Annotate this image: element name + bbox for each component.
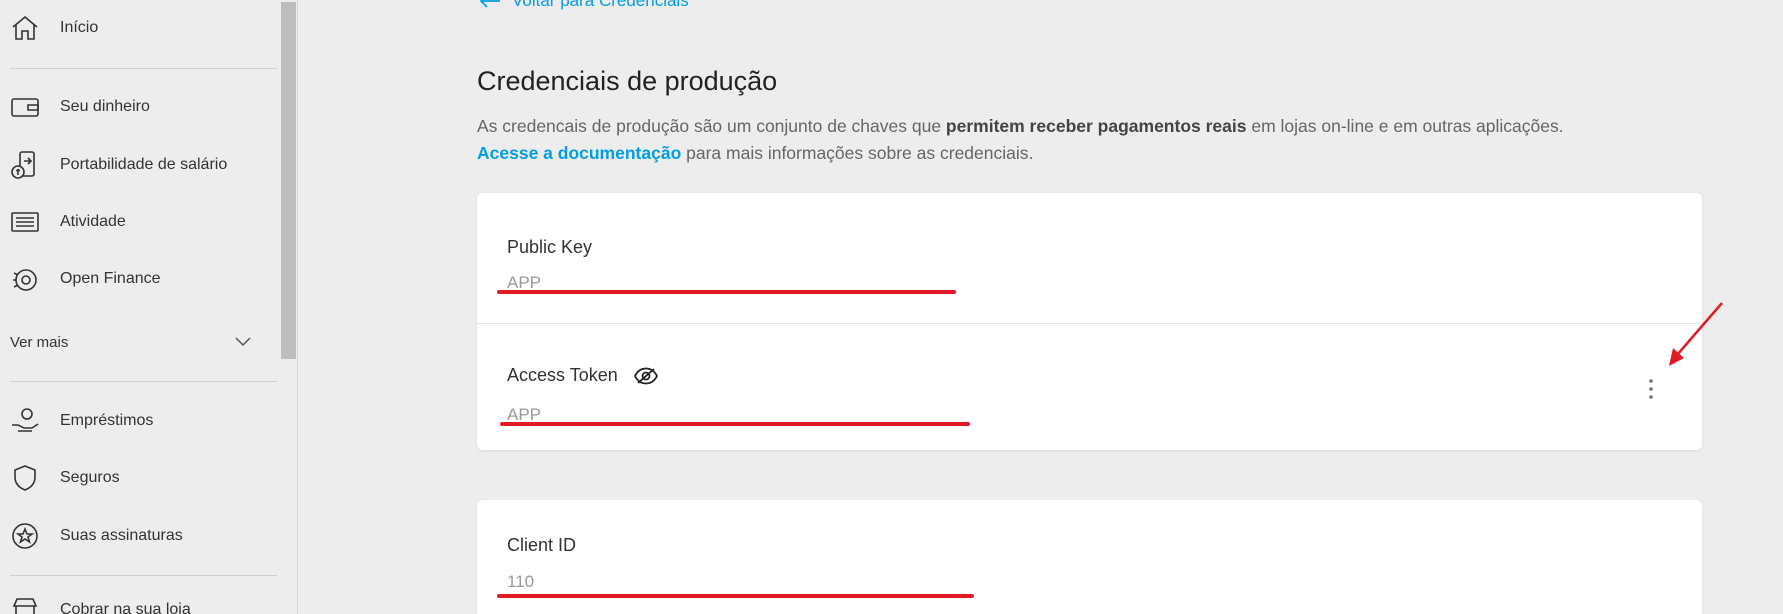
sidebar-item-portabilidade[interactable]: Portabilidade de salário bbox=[0, 145, 278, 185]
activity-list-icon bbox=[11, 212, 39, 232]
main-content: Voltar para Credenciais Credenciais de p… bbox=[298, 0, 1783, 614]
back-link-label: Voltar para Credenciais bbox=[512, 0, 689, 10]
sidebar-divider bbox=[10, 381, 277, 382]
sidebar-item-emprestimos[interactable]: Empréstimos bbox=[0, 401, 278, 441]
page-title: Credenciais de produção bbox=[477, 66, 778, 96]
client-id-label: Client ID bbox=[507, 535, 576, 556]
sidebar-item-label: Atividade bbox=[60, 213, 126, 230]
sidebar: Início Seu dinheiro Portabilidade de sal… bbox=[0, 0, 298, 614]
sidebar-item-label: Cobrar na sua loja bbox=[60, 601, 191, 614]
back-to-credentials-link[interactable]: Voltar para Credenciais bbox=[478, 0, 689, 11]
desc-text: em lojas on-line e em outras aplicações. bbox=[1246, 116, 1564, 136]
loan-hand-icon bbox=[12, 408, 39, 432]
open-finance-icon bbox=[13, 269, 37, 291]
ver-mais-label: Ver mais bbox=[10, 333, 69, 351]
sidebar-item-label: Início bbox=[60, 19, 99, 36]
desc-text: para mais informações sobre as credencia… bbox=[681, 143, 1034, 163]
sidebar-item-label: Seguros bbox=[60, 469, 120, 486]
sidebar-item-cobrar-loja[interactable]: Cobrar na sua loja bbox=[0, 590, 278, 614]
arrow-left-icon bbox=[479, 0, 500, 8]
sidebar-item-atividade[interactable]: Atividade bbox=[0, 202, 278, 242]
sidebar-item-label: Portabilidade de salário bbox=[60, 156, 228, 173]
annotation-underline bbox=[500, 422, 970, 426]
more-options-icon[interactable] bbox=[1644, 376, 1658, 402]
credentials-card: Public Key APP_ Access Token APP bbox=[477, 193, 1702, 450]
ver-mais-toggle[interactable]: Ver mais bbox=[10, 324, 278, 360]
wallet-icon bbox=[11, 98, 39, 117]
sidebar-item-label: Seu dinheiro bbox=[60, 98, 150, 115]
sidebar-item-open-finance[interactable]: Open Finance bbox=[0, 259, 278, 299]
sidebar-item-label: Open Finance bbox=[60, 270, 161, 287]
annotation-underline bbox=[497, 290, 956, 294]
documentation-link[interactable]: Acesse a documentação bbox=[477, 143, 681, 163]
sidebar-item-seu-dinheiro[interactable]: Seu dinheiro bbox=[0, 87, 278, 127]
public-key-label: Public Key bbox=[507, 237, 592, 258]
client-id-row: Client ID 110 bbox=[477, 500, 1702, 614]
home-icon bbox=[12, 15, 38, 40]
chevron-down-icon bbox=[235, 337, 251, 347]
access-token-label-text: Access Token bbox=[507, 365, 618, 385]
access-token-row: Access Token APP bbox=[477, 324, 1702, 450]
store-icon bbox=[12, 598, 38, 614]
desc-text: As credencais de produção são um conjunt… bbox=[477, 116, 946, 136]
star-badge-icon bbox=[12, 523, 38, 549]
public-key-row: Public Key APP_ bbox=[477, 193, 1702, 323]
sidebar-item-assinaturas[interactable]: Suas assinaturas bbox=[0, 516, 278, 556]
access-token-label: Access Token bbox=[507, 365, 658, 386]
sidebar-divider bbox=[10, 575, 277, 576]
eye-off-icon[interactable] bbox=[633, 367, 658, 385]
salary-portability-icon bbox=[11, 151, 35, 179]
shield-icon bbox=[14, 465, 36, 491]
annotation-underline bbox=[497, 594, 974, 598]
sidebar-item-label: Suas assinaturas bbox=[60, 527, 183, 544]
page-description: As credencais de produção são um conjunt… bbox=[477, 113, 1727, 167]
sidebar-item-inicio[interactable]: Início bbox=[0, 8, 278, 48]
sidebar-item-seguros[interactable]: Seguros bbox=[0, 458, 278, 498]
client-id-label-text: Client ID bbox=[507, 535, 577, 555]
public-key-label-text: Public Key bbox=[507, 237, 593, 257]
sidebar-divider bbox=[10, 68, 277, 69]
desc-bold-text: permitem receber pagamentos reais bbox=[945, 116, 1247, 136]
sidebar-scrollbar-thumb[interactable] bbox=[281, 2, 296, 359]
client-credentials-card: Client ID 110 bbox=[477, 500, 1702, 614]
client-id-value[interactable]: 110 bbox=[507, 572, 534, 592]
sidebar-item-label: Empréstimos bbox=[60, 412, 154, 429]
